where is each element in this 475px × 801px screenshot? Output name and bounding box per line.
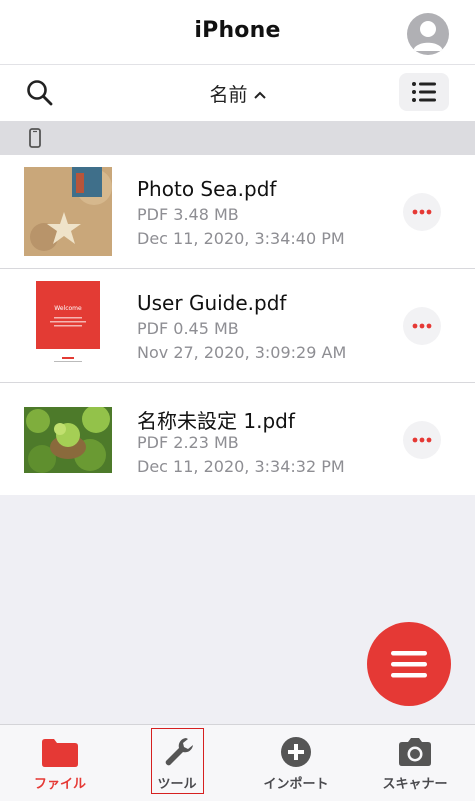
tab-import[interactable]: インポート — [246, 725, 346, 801]
file-meta: PDF 2.23 MB — [137, 433, 239, 452]
ellipsis-icon — [412, 323, 432, 329]
sort-label: 名前 — [209, 84, 248, 106]
tab-label: ファイル — [33, 777, 86, 792]
file-date: Dec 11, 2020, 3:34:32 PM — [137, 457, 345, 476]
file-list: Photo Sea.pdf PDF 3.48 MB Dec 11, 2020, … — [0, 155, 475, 495]
hamburger-menu-icon — [391, 651, 427, 678]
location-bar — [0, 121, 475, 155]
file-meta: PDF 3.48 MB — [137, 205, 239, 224]
tab-files[interactable]: ファイル — [10, 725, 110, 801]
tab-label: スキャナー — [382, 777, 448, 792]
file-row[interactable]: 名称未設定 1.pdf PDF 2.23 MB Dec 11, 2020, 3:… — [0, 383, 475, 495]
file-date: Dec 11, 2020, 3:34:40 PM — [137, 229, 345, 248]
folder-icon — [40, 735, 80, 769]
file-meta: PDF 0.45 MB — [137, 319, 239, 338]
file-thumbnail: Welcome — [24, 281, 112, 370]
ellipsis-icon — [412, 437, 432, 443]
plus-circle-icon — [276, 735, 316, 769]
more-options-button[interactable] — [403, 307, 441, 345]
tools-tab-highlight — [151, 728, 204, 794]
file-row[interactable]: Photo Sea.pdf PDF 3.48 MB Dec 11, 2020, … — [0, 155, 475, 269]
page-title: iPhone — [194, 18, 281, 43]
ellipsis-icon — [412, 209, 432, 215]
file-name: 名称未設定 1.pdf — [137, 409, 295, 433]
header: iPhone — [0, 0, 475, 65]
file-name: Photo Sea.pdf — [137, 177, 277, 201]
toolbar: 名前 — [0, 65, 475, 121]
file-date: Nov 27, 2020, 3:09:29 AM — [137, 343, 347, 362]
chevron-up-icon — [253, 82, 266, 104]
file-thumbnail — [24, 407, 112, 473]
more-options-button[interactable] — [403, 193, 441, 231]
thumbnail-welcome-text: Welcome — [54, 305, 82, 312]
tab-label: インポート — [263, 777, 329, 792]
list-view-icon[interactable] — [399, 73, 449, 111]
file-row[interactable]: Welcome User Guide.pdf PDF 0.45 MB Nov 2… — [0, 269, 475, 383]
menu-fab-button[interactable] — [367, 622, 451, 706]
file-thumbnail — [24, 167, 112, 256]
phone-device-icon — [28, 128, 42, 152]
profile-avatar-icon[interactable] — [407, 13, 449, 55]
camera-icon — [395, 735, 435, 769]
more-options-button[interactable] — [403, 421, 441, 459]
tab-scanner[interactable]: スキャナー — [365, 725, 465, 801]
tab-bar: ファイル ツール インポート スキャナー — [0, 724, 475, 801]
file-name: User Guide.pdf — [137, 291, 287, 315]
